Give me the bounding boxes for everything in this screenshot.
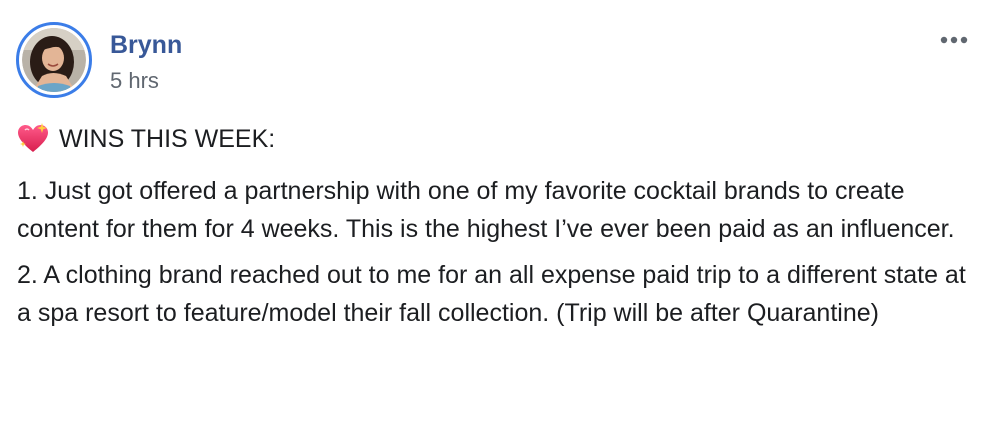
post-meta: Brynn 5 hrs — [110, 30, 182, 94]
avatar[interactable] — [16, 22, 92, 98]
more-options-icon[interactable] — [936, 28, 972, 52]
avatar-image — [22, 28, 86, 92]
sparkling-heart-icon — [18, 123, 48, 152]
post-paragraph: 1. Just got offered a partnership with o… — [17, 177, 955, 243]
post-card: Brynn 5 hrs WINS THIS WEEK: 1. Just got … — [0, 0, 984, 421]
post-header: Brynn 5 hrs — [16, 22, 182, 98]
post-heading: WINS THIS WEEK: — [17, 120, 967, 158]
post-paragraph: 2. A clothing brand reached out to me fo… — [17, 261, 966, 327]
post-timestamp[interactable]: 5 hrs — [110, 68, 182, 94]
post-body: WINS THIS WEEK: 1. Just got offered a pa… — [17, 120, 967, 340]
author-name[interactable]: Brynn — [110, 30, 182, 60]
post-heading-text: WINS THIS WEEK: — [59, 125, 276, 153]
